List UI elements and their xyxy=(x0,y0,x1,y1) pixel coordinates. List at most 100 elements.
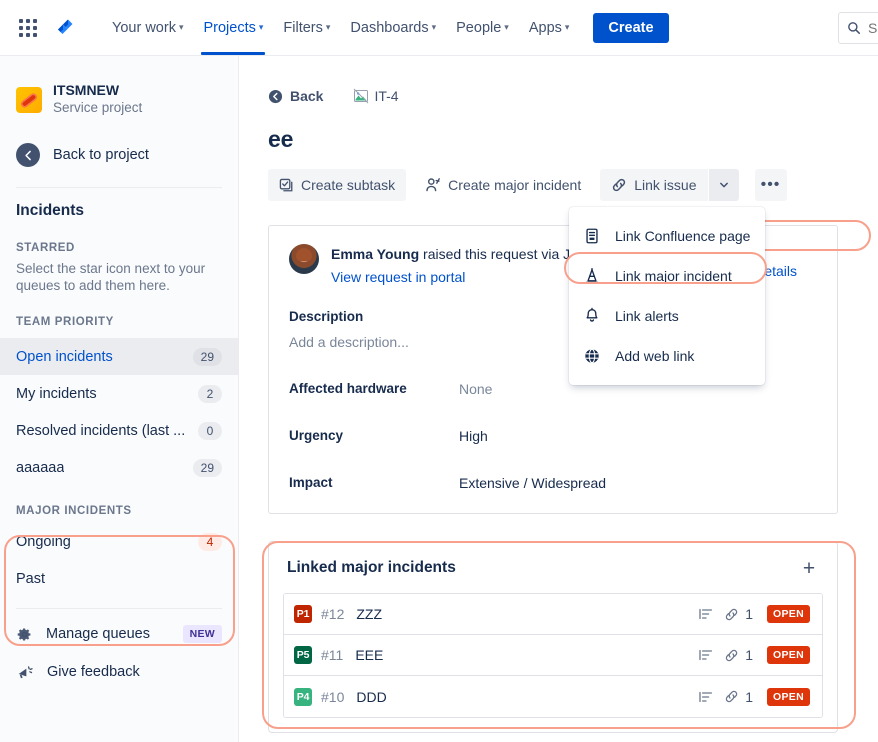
reporter-name[interactable]: Emma Young xyxy=(331,246,419,262)
table-row[interactable]: P1 #12 ZZZ 1 OPEN xyxy=(284,594,822,635)
chevron-down-icon: ▾ xyxy=(565,22,570,33)
nav-item-filters[interactable]: Filters ▾ xyxy=(273,0,340,55)
sidebar-section-title: Incidents xyxy=(0,188,238,220)
chevron-down-icon: ▾ xyxy=(259,22,264,33)
project-header[interactable]: ITSMNEW Service project xyxy=(0,56,238,117)
field-value[interactable]: High xyxy=(459,428,488,444)
sidebar-item-open-incidents[interactable]: Open incidents 29 xyxy=(0,338,238,375)
chevron-down-icon: ▾ xyxy=(326,22,331,33)
linked-major-incidents-panel: Linked major incidents + P1 #12 ZZZ 1 xyxy=(268,541,838,733)
jira-logo-icon[interactable] xyxy=(48,12,80,44)
subtask-icon xyxy=(279,178,294,193)
megaphone-icon xyxy=(16,663,34,681)
breadcrumb: Back IT-4 xyxy=(239,56,878,104)
list-order-icon[interactable] xyxy=(698,606,714,622)
menu-item-link-confluence-page[interactable]: Link Confluence page xyxy=(569,216,765,256)
sidebar-item-aaaaaa[interactable]: aaaaaa 29 xyxy=(0,449,238,486)
field-label: Impact xyxy=(289,475,459,491)
avatar[interactable] xyxy=(289,244,319,274)
menu-item-label: Add web link xyxy=(615,348,694,364)
nav-item-apps[interactable]: Apps ▾ xyxy=(519,0,580,55)
nav-label: Filters xyxy=(283,20,322,36)
queue-label: aaaaaa xyxy=(16,460,64,476)
nav-label: Apps xyxy=(529,20,562,36)
nav-label: Your work xyxy=(112,20,176,36)
chevron-down-icon: ▾ xyxy=(432,22,437,33)
create-major-incident-button[interactable]: Create major incident xyxy=(414,169,592,201)
incident-summary: DDD xyxy=(356,689,698,705)
search-icon xyxy=(847,21,861,35)
add-linked-incident-button[interactable]: + xyxy=(797,556,821,580)
table-row[interactable]: P5 #11 EEE 1 OPEN xyxy=(284,635,822,676)
back-button[interactable]: Back xyxy=(268,88,323,104)
major-incidents-section-label: MAJOR INCIDENTS xyxy=(0,505,238,517)
arrow-left-icon xyxy=(16,143,40,167)
link-count: 1 xyxy=(745,689,753,705)
back-to-project-button[interactable]: Back to project xyxy=(0,139,238,171)
field-label: Affected hardware xyxy=(289,381,459,397)
main-content: Back IT-4 ee Create subtask xyxy=(239,56,878,742)
link-issue-dropdown-toggle[interactable] xyxy=(709,169,739,201)
major-incidents-list: Ongoing 4 Past xyxy=(0,523,238,597)
manage-queues-item[interactable]: Manage queues NEW xyxy=(0,615,238,653)
global-search[interactable] xyxy=(838,12,878,44)
primary-nav-items: Your work ▾ Projects ▾ Filters ▾ Dashboa… xyxy=(102,0,669,55)
incident-number: #11 xyxy=(321,647,343,663)
field-urgency: Urgency High xyxy=(289,428,817,444)
incident-summary: EEE xyxy=(355,647,698,663)
menu-item-label: Link alerts xyxy=(615,308,679,324)
give-feedback-label: Give feedback xyxy=(47,664,140,680)
page-title: ee xyxy=(239,104,878,153)
link-count: 1 xyxy=(745,606,753,622)
link-icon[interactable] xyxy=(724,607,739,622)
menu-item-add-web-link[interactable]: Add web link xyxy=(569,336,765,376)
field-label: Urgency xyxy=(289,428,459,444)
nav-item-your-work[interactable]: Your work ▾ xyxy=(102,0,193,55)
menu-item-link-alerts[interactable]: Link alerts xyxy=(569,296,765,336)
manage-queues-label: Manage queues xyxy=(46,626,150,642)
field-value[interactable]: Extensive / Widespread xyxy=(459,475,606,491)
sidebar-item-resolved-incidents[interactable]: Resolved incidents (last ... 0 xyxy=(0,412,238,449)
chevron-down-icon: ▾ xyxy=(504,22,509,33)
chevron-down-icon: ▾ xyxy=(179,22,184,33)
give-feedback-item[interactable]: Give feedback xyxy=(0,653,238,691)
nav-item-dashboards[interactable]: Dashboards ▾ xyxy=(340,0,446,55)
bell-icon xyxy=(583,307,601,325)
view-request-in-portal-link[interactable]: View request in portal xyxy=(331,269,465,285)
incident-number: #10 xyxy=(321,689,344,705)
queue-count: 4 xyxy=(198,533,222,551)
nav-item-people[interactable]: People ▾ xyxy=(446,0,519,55)
field-value[interactable]: None xyxy=(459,381,492,397)
queue-label: Open incidents xyxy=(16,349,113,365)
nav-item-projects[interactable]: Projects ▾ xyxy=(193,0,273,55)
table-row[interactable]: P4 #10 DDD 1 OPEN xyxy=(284,676,822,717)
queue-count: 0 xyxy=(198,422,222,440)
link-icon[interactable] xyxy=(724,648,739,663)
list-order-icon[interactable] xyxy=(698,689,714,705)
link-issue-button[interactable]: Link issue xyxy=(600,169,707,201)
queue-label: Ongoing xyxy=(16,534,71,550)
breadcrumb-key-label: IT-4 xyxy=(374,88,398,104)
app-switcher-icon[interactable] xyxy=(14,14,42,42)
more-actions-button[interactable]: ••• xyxy=(755,169,787,201)
search-input[interactable] xyxy=(868,20,878,36)
link-icon[interactable] xyxy=(724,689,739,704)
status-badge: OPEN xyxy=(767,605,810,623)
list-order-icon[interactable] xyxy=(698,647,714,663)
top-navigation-bar: Your work ▾ Projects ▾ Filters ▾ Dashboa… xyxy=(0,0,878,56)
sidebar-item-ongoing[interactable]: Ongoing 4 xyxy=(0,523,238,560)
menu-item-link-major-incident[interactable]: Link major incident xyxy=(569,256,765,296)
sidebar-item-past[interactable]: Past xyxy=(0,560,238,597)
create-subtask-button[interactable]: Create subtask xyxy=(268,169,406,201)
sidebar-item-my-incidents[interactable]: My incidents 2 xyxy=(0,375,238,412)
broken-image-icon xyxy=(353,88,369,104)
back-arrow-icon xyxy=(268,89,283,104)
link-issue-label: Link issue xyxy=(634,177,696,193)
linked-panel-header: Linked major incidents + xyxy=(283,556,823,580)
priority-badge: P5 xyxy=(294,646,312,664)
create-button[interactable]: Create xyxy=(593,13,668,43)
sidebar-divider-bottom xyxy=(16,608,222,609)
more-actions-icon: ••• xyxy=(761,177,781,193)
breadcrumb-issue-key[interactable]: IT-4 xyxy=(353,88,398,104)
priority-badge: P4 xyxy=(294,688,312,706)
